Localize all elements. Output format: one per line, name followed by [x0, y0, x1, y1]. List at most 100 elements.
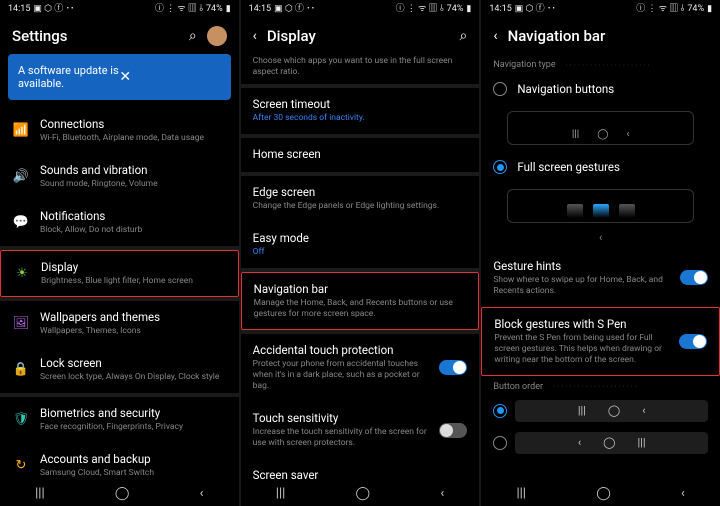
back-button[interactable]: ‹ — [200, 486, 204, 501]
home-button[interactable]: ◯ — [596, 486, 611, 501]
settings-item-sounds-and-vibration[interactable]: 🔊 Sounds and vibration Sound mode, Ringt… — [0, 154, 239, 200]
page-title: Display — [267, 27, 450, 45]
home-icon: ◯ — [597, 129, 608, 140]
home-button[interactable]: ◯ — [115, 486, 130, 501]
close-icon[interactable]: ✕ — [119, 69, 220, 85]
block-spen-row[interactable]: Block gestures with S Pen Prevent the S … — [481, 307, 720, 376]
settings-item-accounts-and-backup[interactable]: ↻ Accounts and backup Samsung Cloud, Sma… — [0, 443, 239, 480]
radio-icon[interactable] — [493, 404, 507, 418]
settings-item-notifications[interactable]: 💬 Notifications Block, Allow, Do not dis… — [0, 200, 239, 246]
item-sub: After 30 seconds of inactivity. — [253, 113, 468, 124]
dotted-line: ····················· — [566, 61, 652, 70]
recents-button[interactable]: ||| — [516, 486, 526, 501]
item-sub: Face recognition, Fingerprints, Privacy — [40, 422, 227, 433]
option-navigation-buttons[interactable]: Navigation buttons — [481, 73, 720, 107]
display-item-accidental-touch-protection[interactable]: Accidental touch protection Protect your… — [241, 334, 480, 402]
radio-icon[interactable] — [493, 160, 507, 174]
gesture-bar — [567, 204, 583, 218]
status-battery: 74% — [687, 4, 704, 14]
item-label: Edge screen — [253, 185, 468, 200]
profile-avatar[interactable] — [207, 26, 227, 46]
display-item-home-screen[interactable]: Home screen — [241, 138, 480, 172]
gesture-hints-row[interactable]: Gesture hints Show where to swipe up for… — [481, 250, 720, 307]
status-bar: 14:15 ▣ ⬡ ⓕ ･･ ⓘ ⋮ ᯤ ▥ ⫰ 74% ▮ — [481, 0, 720, 18]
settings-item-connections[interactable]: 📶 Connections Wi-Fi, Bluetooth, Airplane… — [0, 108, 239, 154]
update-banner[interactable]: A software update is available. ✕ — [8, 54, 231, 100]
recents-button[interactable]: ||| — [35, 486, 45, 501]
option-full-screen-gestures[interactable]: Full screen gestures — [481, 151, 720, 185]
gesture-hints-toggle[interactable] — [680, 270, 708, 285]
display-item-navigation-bar[interactable]: Navigation bar Manage the Home, Back, an… — [241, 272, 480, 330]
gesture-bar — [619, 204, 635, 218]
home-button[interactable]: ◯ — [356, 486, 371, 501]
section-nav-type: Navigation type ····················· — [481, 54, 720, 73]
chevron-down-icon[interactable]: ‹ — [481, 229, 720, 250]
status-left-icons: ▣ ⬡ ⓕ ･･ — [515, 5, 556, 14]
display-list: Screen timeout After 30 seconds of inact… — [241, 88, 480, 480]
nav-buttons-preview: ||| ◯ ‹ — [507, 111, 694, 145]
back-icon[interactable]: ‹ — [493, 28, 497, 44]
settings-item-biometrics-and-security[interactable]: 🛡 Biometrics and security Face recogniti… — [0, 397, 239, 443]
item-sub: Manage the Home, Back, and Recents butto… — [254, 298, 467, 320]
status-time: 14:15 — [249, 4, 271, 14]
display-item-screen-timeout[interactable]: Screen timeout After 30 seconds of inact… — [241, 88, 480, 134]
item-label: Accounts and backup — [40, 452, 227, 467]
settings-header: Settings ⌕ — [0, 18, 239, 54]
status-right-icons: ⓘ ⋮ ᯤ ▥ ⫰ — [396, 5, 444, 14]
display-header: ‹ Display ⌕ — [241, 18, 480, 54]
item-sub: Change the Edge panels or Edge lighting … — [253, 201, 468, 212]
item-label: Home screen — [253, 147, 468, 162]
item-sub: Wi-Fi, Bluetooth, Airplane mode, Data us… — [40, 133, 227, 144]
item-label: Navigation bar — [254, 282, 467, 297]
item-icon: 💬 — [12, 213, 30, 231]
button-order-option-1[interactable]: ||| ◯ ‹ — [481, 395, 720, 427]
recents-button[interactable]: ||| — [276, 486, 286, 501]
display-screen: 14:15 ▣ ⬡ ⓕ ･･ ⓘ ⋮ ᯤ ▥ ⫰ 74% ▮ ‹ Display… — [241, 0, 480, 506]
settings-item-display[interactable]: ☀ Display Brightness, Blue light filter,… — [0, 250, 239, 297]
display-item-edge-screen[interactable]: Edge screen Change the Edge panels or Ed… — [241, 176, 480, 222]
item-label: Screen timeout — [253, 97, 468, 112]
settings-item-lock-screen[interactable]: 🔒 Lock screen Screen lock type, Always O… — [0, 347, 239, 393]
toggle[interactable] — [439, 423, 467, 438]
item-label: Screen saver — [253, 468, 430, 480]
back-button[interactable]: ‹ — [681, 486, 685, 501]
item-label: Touch sensitivity — [253, 411, 430, 426]
item-icon: 🖼 — [12, 314, 30, 332]
settings-item-wallpapers-and-themes[interactable]: 🖼 Wallpapers and themes Wallpapers, Them… — [0, 301, 239, 347]
search-icon[interactable]: ⌕ — [189, 28, 197, 44]
toggle[interactable] — [439, 360, 467, 375]
radio-icon[interactable] — [493, 436, 507, 450]
item-sub: Wallpapers, Themes, Icons — [40, 326, 227, 337]
block-spen-toggle[interactable] — [679, 334, 707, 349]
battery-icon: ▮ — [707, 4, 712, 14]
item-sub: Brightness, Blue light filter, Home scre… — [41, 276, 226, 287]
item-label: Display — [41, 260, 226, 275]
header-note: Choose which apps you want to use in the… — [241, 54, 480, 84]
item-sub: Block, Allow, Do not disturb — [40, 225, 227, 236]
item-sub: Samsung Cloud, Smart Switch — [40, 468, 227, 479]
back-button[interactable]: ‹ — [440, 486, 444, 501]
item-icon: 🔒 — [12, 360, 30, 378]
item-sub: Screen lock type, Always On Display, Clo… — [40, 372, 227, 383]
status-battery: 74% — [447, 4, 464, 14]
status-right-icons: ⓘ ⋮ ᯤ ▥ ⫰ — [155, 5, 203, 14]
settings-list: 📶 Connections Wi-Fi, Bluetooth, Airplane… — [0, 108, 239, 480]
item-label: Lock screen — [40, 356, 227, 371]
item-sub: Off — [253, 247, 468, 258]
status-bar: 14:15 ▣ ⬡ ⓕ ･･ ⓘ ⋮ ᯤ ▥ ⫰ 74% ▮ — [0, 0, 239, 18]
search-icon[interactable]: ⌕ — [460, 28, 468, 44]
item-label: Sounds and vibration — [40, 163, 227, 178]
item-label: Wallpapers and themes — [40, 310, 227, 325]
recents-icon: ||| — [572, 129, 579, 140]
display-item-screen-saver[interactable]: Screen saver Show a screen saver after t… — [241, 459, 480, 480]
status-battery: 74% — [206, 4, 223, 14]
display-item-touch-sensitivity[interactable]: Touch sensitivity Increase the touch sen… — [241, 402, 480, 459]
system-navbar: ||| ◯ ‹ — [0, 480, 239, 506]
item-icon: 🛡 — [12, 410, 30, 428]
item-sub: Protect your phone from accidental touch… — [253, 359, 430, 392]
display-item-easy-mode[interactable]: Easy mode Off — [241, 222, 480, 268]
status-bar: 14:15 ▣ ⬡ ⓕ ･･ ⓘ ⋮ ᯤ ▥ ⫰ 74% ▮ — [241, 0, 480, 18]
radio-icon[interactable] — [493, 82, 507, 96]
button-order-option-2[interactable]: ‹ ◯ ||| — [481, 427, 720, 459]
back-icon[interactable]: ‹ — [253, 28, 257, 44]
